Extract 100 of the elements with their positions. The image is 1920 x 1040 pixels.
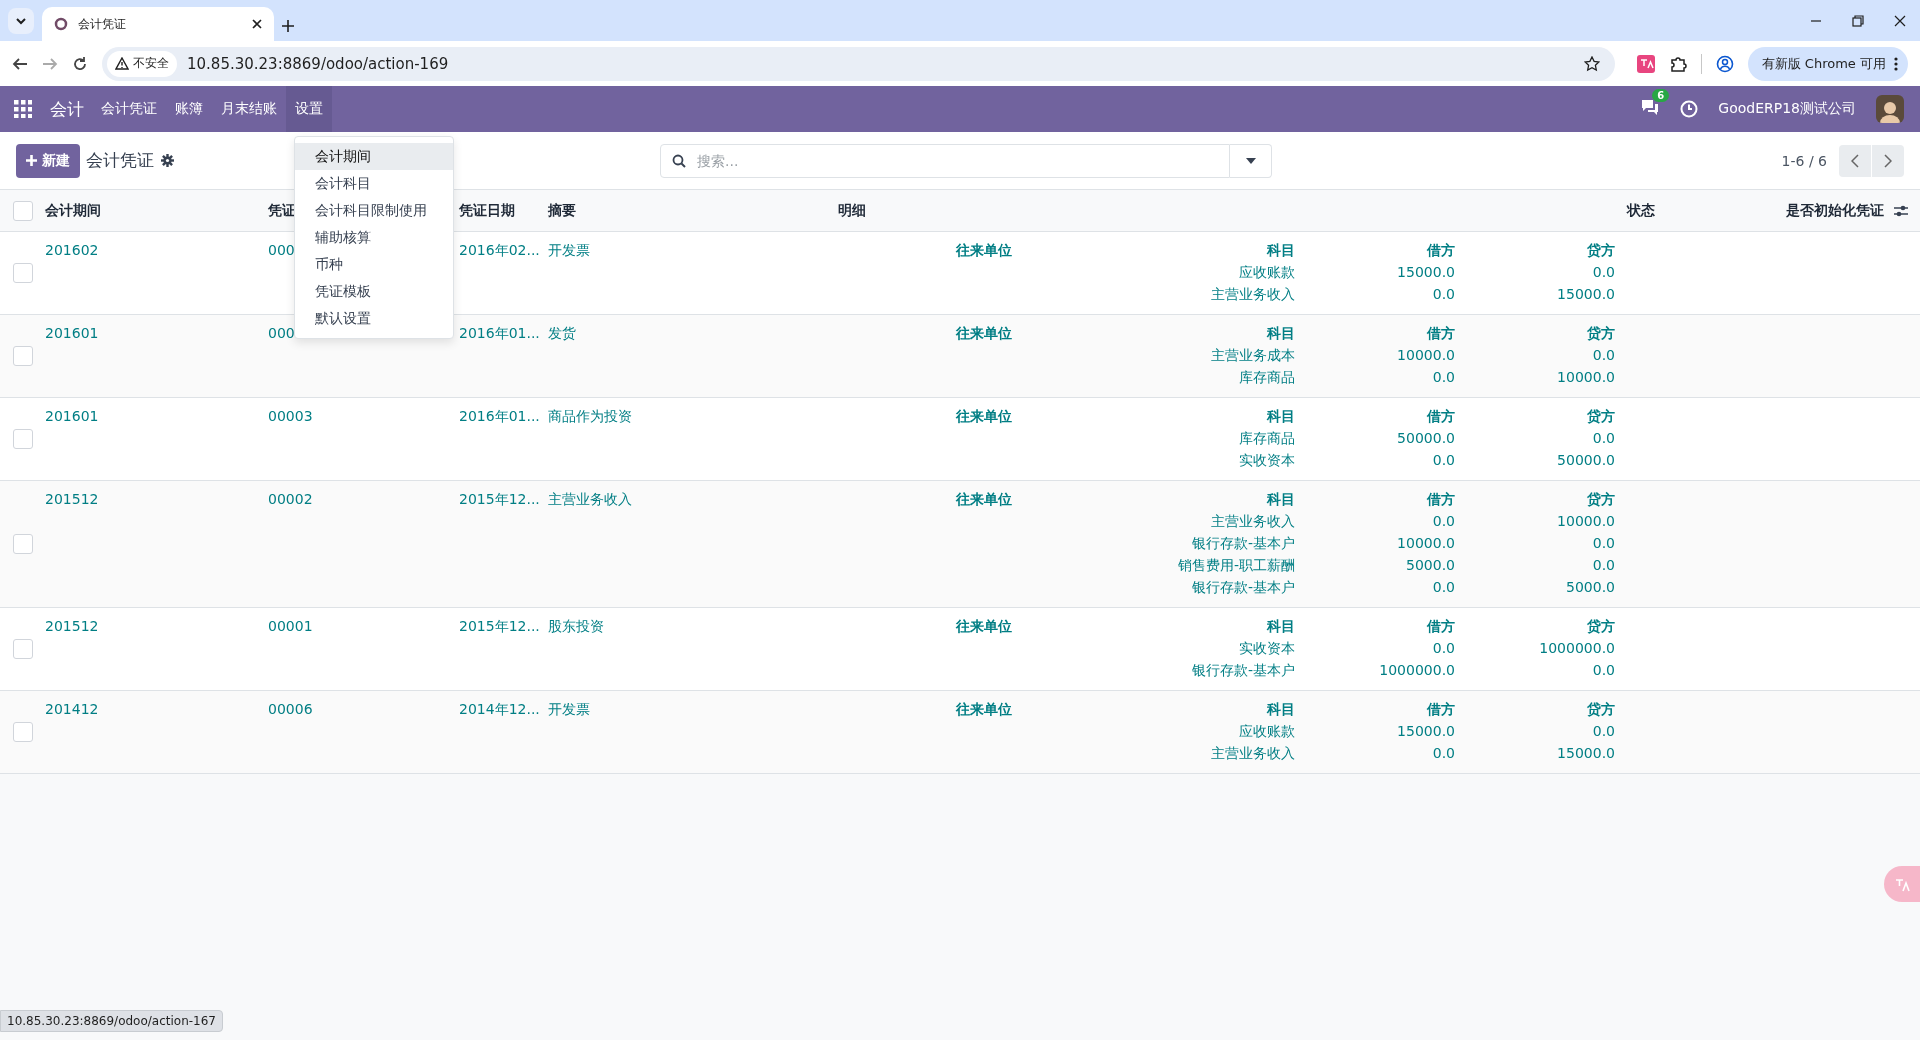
close-tab-button[interactable] xyxy=(252,19,262,29)
back-button[interactable] xyxy=(12,55,28,72)
row-checkbox[interactable] xyxy=(12,534,33,554)
menu-item[interactable]: 会计期间 xyxy=(295,143,453,170)
credit-cell-text: 15000.0 xyxy=(1556,745,1615,763)
account-cell-text: 主营业务收入 xyxy=(1210,286,1295,304)
chevron-left-icon xyxy=(1851,153,1859,168)
restore-button[interactable] xyxy=(1852,14,1864,27)
app-name[interactable]: 会计 xyxy=(46,86,92,132)
pager-value[interactable]: 1-6 / 6 xyxy=(1781,152,1827,169)
translate-icon xyxy=(1894,876,1910,892)
account-cell-text: 主营业务收入 xyxy=(1210,513,1295,531)
debit-cell-text: 5000.0 xyxy=(1405,557,1455,575)
debit-cell-text: 10000.0 xyxy=(1396,535,1455,553)
detail-header: 往来单位 xyxy=(955,325,1013,343)
column-header[interactable]: 会计期间 xyxy=(45,201,101,220)
row-checkbox[interactable] xyxy=(12,263,33,283)
debit-cell-text: 50000.0 xyxy=(1396,430,1455,448)
close-window-button[interactable] xyxy=(1894,14,1906,27)
detail-header: 往来单位 xyxy=(955,701,1013,719)
reload-button[interactable] xyxy=(72,55,88,72)
nav-menu[interactable]: 账簿 xyxy=(166,86,212,132)
plus-icon xyxy=(26,155,37,166)
search-field[interactable]: 搜索... xyxy=(660,143,1230,178)
credit-cell-text: 0.0 xyxy=(1591,347,1615,365)
date-cell: 2015年12... xyxy=(459,491,540,507)
column-header[interactable]: 明细 xyxy=(838,201,866,220)
nav-menu[interactable]: 会计凭证 xyxy=(92,86,166,132)
person-silhouette-icon xyxy=(1878,99,1902,123)
security-chip[interactable]: 不安全 xyxy=(107,50,177,77)
browser-tab[interactable]: 会计凭证 xyxy=(42,7,274,41)
row-checkbox[interactable] xyxy=(12,200,33,221)
tab-title: 会计凭证 xyxy=(78,15,127,33)
search-options-button[interactable] xyxy=(1230,143,1272,178)
voucher-number-cell: 00002 xyxy=(268,491,313,507)
new-tab-button[interactable] xyxy=(282,20,294,32)
profile-button[interactable] xyxy=(1715,54,1734,73)
row-checkbox[interactable] xyxy=(12,722,33,742)
nav-menu[interactable]: 月末结账 xyxy=(212,86,286,132)
back-arrow-icon xyxy=(12,55,28,72)
voucher-number-cell: 000 xyxy=(268,242,295,258)
menu-item[interactable]: 辅助核算 xyxy=(295,224,453,251)
caret-icon xyxy=(1245,157,1256,164)
detail-header: 贷方 xyxy=(1586,242,1615,260)
summary-cell: 股东投资 xyxy=(548,618,604,634)
debit-cell-text: 0.0 xyxy=(1431,369,1455,387)
new-button[interactable]: 新建 xyxy=(16,143,80,178)
column-header[interactable]: 状态 xyxy=(1627,201,1655,220)
messages-button[interactable] xyxy=(1640,98,1661,116)
detail-header: 贷方 xyxy=(1586,701,1615,719)
activity-button[interactable] xyxy=(1680,100,1699,118)
tab-search-button[interactable] xyxy=(8,8,34,34)
row-checkbox[interactable] xyxy=(12,429,33,449)
menu-item[interactable]: 币种 xyxy=(295,251,453,278)
company-name[interactable]: GoodERP18测试公司 xyxy=(1718,100,1856,118)
period-cell: 201601 xyxy=(45,408,99,424)
menu-item[interactable]: 会计科目限制使用 xyxy=(295,197,453,224)
extension-button[interactable] xyxy=(1636,54,1655,73)
bookmark-button[interactable] xyxy=(1583,55,1600,72)
row-checkbox[interactable] xyxy=(12,639,33,659)
menu-item[interactable]: 凭证模板 xyxy=(295,278,453,305)
star-icon xyxy=(1583,55,1600,72)
translate-icon xyxy=(1636,54,1655,73)
summary-cell: 发货 xyxy=(548,325,576,341)
date-cell: 2016年01... xyxy=(459,408,540,424)
user-avatar[interactable] xyxy=(1876,95,1904,123)
summary-cell: 主营业务收入 xyxy=(548,491,632,507)
close-icon xyxy=(1894,14,1906,27)
account-cell-text: 实收资本 xyxy=(1238,640,1295,658)
debit-cell-text: 1000000.0 xyxy=(1378,662,1455,680)
optional-columns-button[interactable] xyxy=(1894,204,1908,217)
detail-header: 科目 xyxy=(1265,701,1295,719)
menu-item[interactable]: 默认设置 xyxy=(295,305,453,332)
credit-cell-text: 0.0 xyxy=(1591,430,1615,448)
debit-cell-text: 0.0 xyxy=(1431,452,1455,470)
column-header[interactable]: 摘要 xyxy=(548,201,576,220)
detail-header: 借方 xyxy=(1426,325,1455,343)
update-chrome-button[interactable]: 有新版 Chrome 可用 xyxy=(1747,46,1908,81)
chevron-right-icon xyxy=(1884,153,1892,168)
account-cell-text: 主营业务收入 xyxy=(1210,745,1295,763)
detail-header: 借方 xyxy=(1426,242,1455,260)
menu-item[interactable]: 会计科目 xyxy=(295,170,453,197)
detail-header: 科目 xyxy=(1265,408,1295,426)
nav-menu[interactable]: 设置 xyxy=(286,86,332,132)
period-cell: 201412 xyxy=(45,701,99,717)
detail-header: 借方 xyxy=(1426,408,1455,426)
detail-header: 贷方 xyxy=(1586,325,1615,343)
row-checkbox[interactable] xyxy=(12,346,33,366)
account-cell-text: 实收资本 xyxy=(1238,452,1295,470)
puzzle-icon xyxy=(1668,54,1687,73)
status-url: 10.85.30.23:8869/odoo/action-167 xyxy=(0,1010,223,1032)
warning-icon xyxy=(115,57,129,70)
debit-cell-text: 0.0 xyxy=(1431,745,1455,763)
url-text[interactable]: 10.85.30.23:8869/odoo/action-169 xyxy=(187,54,1574,73)
chat-icon xyxy=(1640,98,1661,116)
sliders-icon xyxy=(1894,204,1908,217)
extensions-button[interactable] xyxy=(1668,54,1687,73)
debit-cell-text: 0.0 xyxy=(1431,286,1455,304)
period-cell: 201602 xyxy=(45,242,99,258)
detail-header: 借方 xyxy=(1426,491,1455,509)
